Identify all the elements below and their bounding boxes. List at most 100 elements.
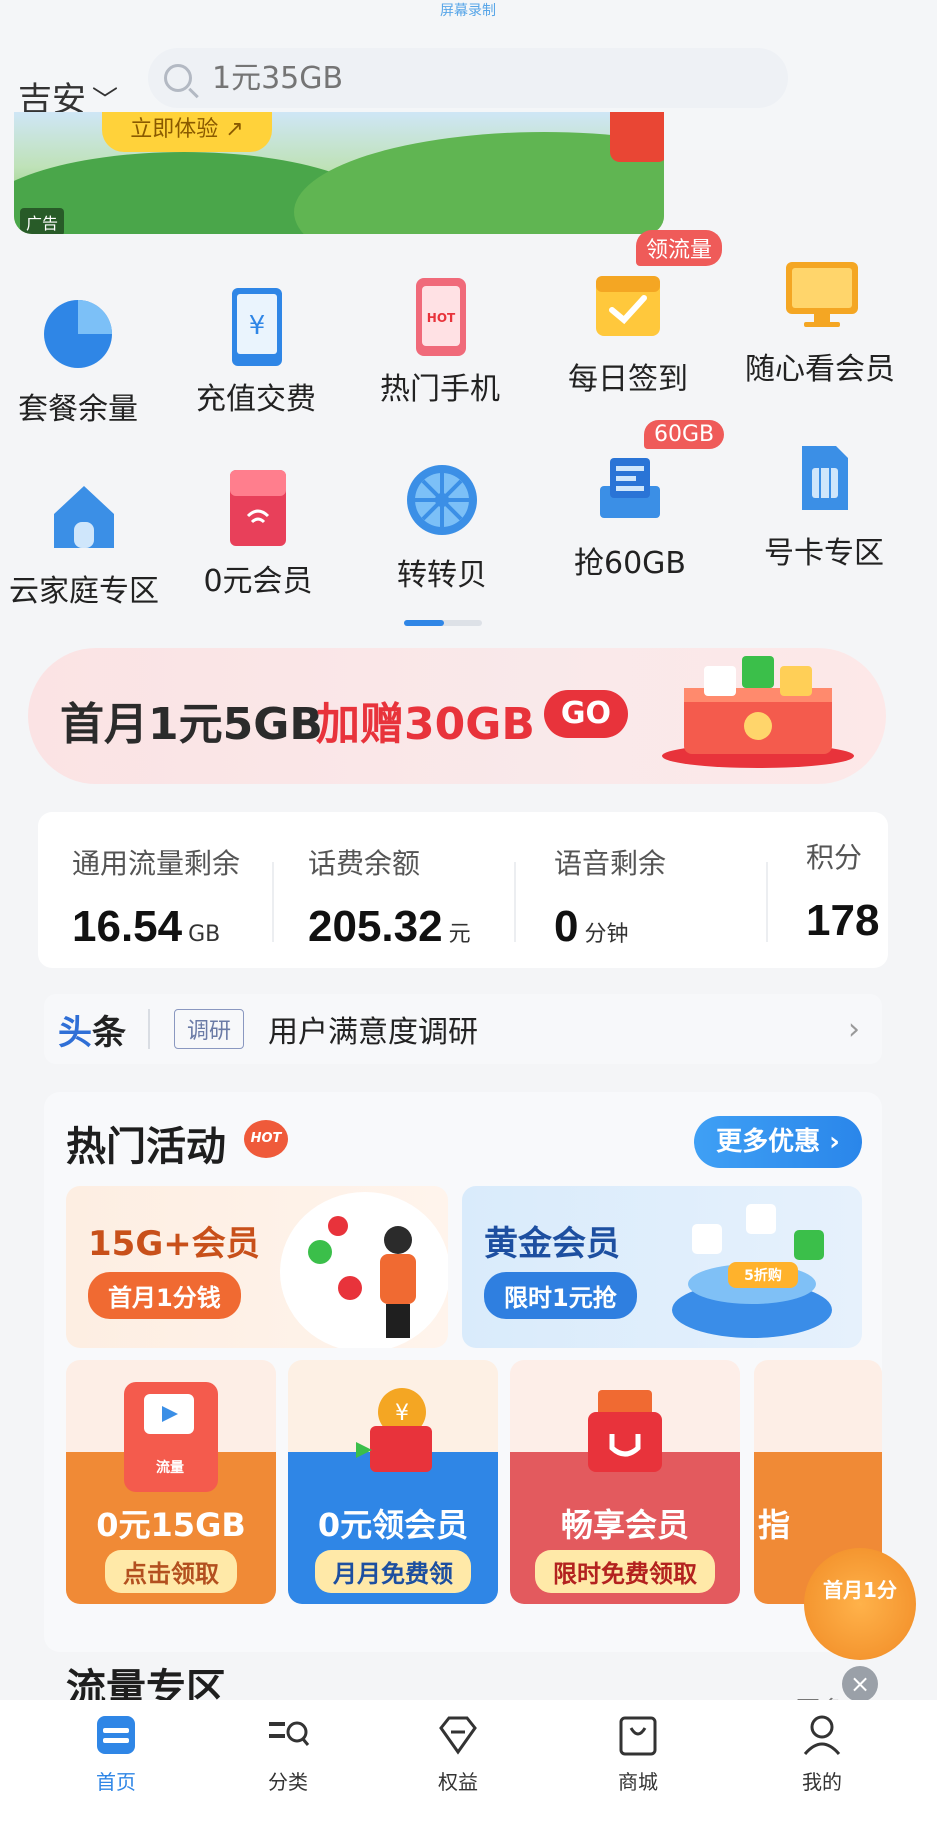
grid-item-sim-zone[interactable]: 号卡专区 xyxy=(734,440,914,572)
red-card-icon xyxy=(220,468,296,546)
promo-main-text: 首月1元5GB xyxy=(60,699,323,750)
tab-benefits[interactable]: 权益 xyxy=(398,1712,518,1795)
chevron-right-icon: › xyxy=(848,1011,860,1047)
headline-title: 头条 xyxy=(58,1005,126,1054)
survey-tag: 调研 xyxy=(174,1009,245,1049)
points-value: 178 xyxy=(806,896,880,945)
get-data-badge: 领流量 xyxy=(636,230,723,266)
tab-label: 我的 xyxy=(802,1770,842,1794)
card-gold-member[interactable]: 5折购 黄金会员 限时1元抢 xyxy=(462,1186,862,1348)
float-badge-text: 首月1分 xyxy=(823,1578,897,1602)
hot-flame-icon: HOT xyxy=(244,1120,288,1158)
category-icon xyxy=(265,1712,311,1758)
points-label: 积分 xyxy=(806,841,863,874)
first-month-float-button[interactable]: 首月1分 xyxy=(804,1548,916,1660)
tab-category[interactable]: 分类 xyxy=(228,1712,348,1795)
ad-gift-icon xyxy=(610,112,664,162)
tablet-yen-icon: ¥ xyxy=(218,286,294,366)
tab-mall[interactable]: 商城 xyxy=(578,1712,698,1795)
search-icon xyxy=(164,64,192,92)
grid-page-indicator xyxy=(404,620,482,626)
tab-me[interactable]: 我的 xyxy=(762,1712,882,1795)
grid-item-label: 0元会员 xyxy=(203,564,313,599)
app-icons-icon: 5折购 xyxy=(692,1204,824,1288)
voice-balance-label: 语音剩余 xyxy=(554,847,667,880)
printer-data-icon xyxy=(592,450,668,526)
phone-video-icon: 流量 xyxy=(124,1382,218,1492)
card-15g-member[interactable]: 15G+会员 首月1分钱 xyxy=(66,1186,448,1348)
shopping-bag-icon xyxy=(615,1712,661,1758)
grid-item-label: 号卡专区 xyxy=(764,536,884,571)
grid-item-label: 随心看会员 xyxy=(745,352,895,387)
hot-activities: 热门活动 HOT 更多优惠 › 15G+会员 首月1分钱 5折购 黄金会员 限时… xyxy=(44,1092,882,1652)
data-balance-value: 16.54 xyxy=(72,902,183,951)
divider xyxy=(766,862,768,942)
ad-hill xyxy=(294,132,664,234)
grid-item-hot-phones[interactable]: HOT 热门手机 xyxy=(350,276,530,408)
60gb-badge: 60GB xyxy=(644,420,725,449)
mini-card-pill[interactable]: 限时免费领取 xyxy=(535,1550,715,1593)
search-bar[interactable] xyxy=(148,48,788,108)
mini-card-enjoy-member[interactable]: 畅享会员 限时免费领取 xyxy=(510,1360,740,1604)
bottom-nav: 首页 分类 权益 商城 我的 xyxy=(0,1700,937,1845)
points-unit: 分 xyxy=(885,916,886,941)
ad-cta[interactable]: 立即体验 ↗ xyxy=(102,112,272,152)
mini-card-title: 0元领会员 xyxy=(317,1506,469,1544)
fee-balance[interactable]: 话费余额 205.32 元 xyxy=(308,842,471,952)
ad-banner[interactable]: 立即体验 ↗ 广告 xyxy=(14,112,664,234)
grid-item-free-member[interactable]: 0元会员 xyxy=(168,468,348,600)
tab-label: 商城 xyxy=(618,1770,658,1794)
headline-title-b: 条 xyxy=(92,1012,126,1053)
grid-item-label: 套餐余量 xyxy=(18,392,138,427)
mini-card-pill[interactable]: 点击领取 xyxy=(105,1550,237,1593)
mini-card-title: 畅享会员 xyxy=(560,1506,689,1544)
grid-item-label: 热门手机 xyxy=(380,372,500,407)
more-offers-button[interactable]: 更多优惠 › xyxy=(694,1116,862,1168)
art-label: 流量 xyxy=(156,1459,184,1476)
card-pill[interactable]: 首月1分钱 xyxy=(88,1272,241,1319)
svg-text:¥: ¥ xyxy=(395,1401,409,1426)
shopping-bag-icon xyxy=(578,1382,672,1492)
divider xyxy=(272,862,274,942)
mini-card-free-15gb[interactable]: 流量 0元15GB 点击领取 xyxy=(66,1360,276,1604)
grid-item-daily-checkin[interactable]: 每日签到 领流量 xyxy=(538,230,723,398)
diamond-icon xyxy=(435,1712,481,1758)
grid-item-label: 充值交费 xyxy=(196,382,316,417)
points-balance[interactable]: 积分 178分 xyxy=(806,836,886,946)
voice-balance-unit: 分钟 xyxy=(584,922,629,947)
data-balance-unit: GB xyxy=(188,922,221,947)
grid-item-package-balance[interactable]: 套餐余量 xyxy=(0,296,168,428)
tab-label: 权益 xyxy=(438,1770,478,1794)
grid-item-vip-watch[interactable]: 随心看会员 xyxy=(730,256,910,388)
grid-item-label: 转转贝 xyxy=(397,558,487,593)
promo-go-button[interactable]: GO xyxy=(544,690,628,738)
search-input[interactable] xyxy=(212,60,752,96)
half-price-tag: 5折购 xyxy=(744,1267,782,1284)
sim-card-icon xyxy=(786,440,862,516)
svg-text:HOT: HOT xyxy=(427,311,456,325)
fee-balance-unit: 元 xyxy=(448,922,471,947)
grid-item-label: 每日签到 xyxy=(568,362,688,397)
mini-card-title: 指 xyxy=(758,1506,791,1544)
divider xyxy=(514,862,516,942)
grid-item-grab-60gb[interactable]: 抢60GB 60GB xyxy=(540,420,725,582)
calendar-check-icon xyxy=(590,266,666,342)
promo-banner[interactable]: 首月1元5GB 加赠30GB GO xyxy=(28,648,886,784)
voice-balance[interactable]: 语音剩余 0 分钟 xyxy=(554,842,666,952)
profile-icon xyxy=(799,1712,845,1758)
balance-panel: 通用流量剩余 16.54 GB 话费余额 205.32 元 语音剩余 0 分钟 积分 … xyxy=(38,812,888,968)
tab-home[interactable]: 首页 xyxy=(56,1712,176,1795)
headline-text[interactable]: 用户满意度调研 xyxy=(268,1007,478,1051)
red-envelope-icon: ¥ xyxy=(346,1382,440,1492)
card-pill[interactable]: 限时1元抢 xyxy=(484,1272,637,1319)
grid-item-zhuanzhuan[interactable]: 转转贝 xyxy=(352,462,532,594)
grid-item-label: 抢60GB xyxy=(573,546,686,581)
fee-balance-label: 话费余额 xyxy=(308,847,421,880)
mini-card-pill[interactable]: 月月免费领 xyxy=(315,1550,471,1593)
promo-accent-text: 加赠30GB xyxy=(316,699,535,750)
grid-item-recharge[interactable]: ¥ 充值交费 xyxy=(166,286,346,418)
headline-bar[interactable]: 头条 调研 用户满意度调研 › xyxy=(44,994,882,1064)
grid-item-cloud-family[interactable]: 云家庭专区 xyxy=(0,478,174,610)
mini-card-free-member[interactable]: ¥ 0元领会员 月月免费领 xyxy=(288,1360,498,1604)
data-balance[interactable]: 通用流量剩余 16.54 GB xyxy=(72,842,240,952)
